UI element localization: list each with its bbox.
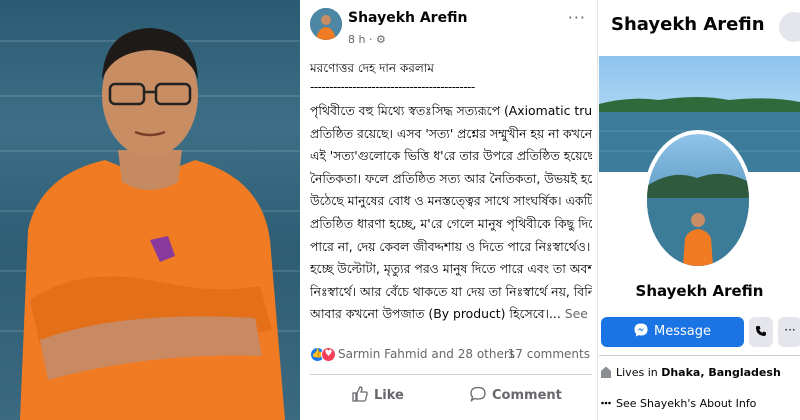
- post-body: পৃথিবীতে বহু মিথ্যে স্বতঃসিদ্ধ সত্যরূপে …: [310, 100, 592, 326]
- post-title: মরণোত্তর দেহ দান করলাম: [310, 61, 434, 75]
- post-line: পৃথিবীতে বহু মিথ্যে স্বতঃসিদ্ধ সত্যরূপে …: [310, 103, 592, 118]
- comments-count[interactable]: 17 comments: [508, 347, 590, 361]
- search-icon[interactable]: [779, 12, 800, 42]
- more-icon[interactable]: ···: [568, 8, 586, 27]
- lives-prefix: Lives in: [616, 366, 658, 379]
- dot-separator: ·: [368, 33, 376, 46]
- post-line: নিঃস্বার্থে। আর বেঁচে থাকতে যা দেয় তা ন…: [310, 283, 592, 299]
- more-icon[interactable]: ···: [778, 317, 800, 347]
- more-dots-icon: [601, 401, 611, 405]
- post-line-text: আবার কখনো উপজাত (By product) হিসেবে।...: [310, 306, 561, 322]
- profile-photo: [0, 0, 300, 420]
- see-more-link[interactable]: See more: [565, 306, 592, 321]
- like-button[interactable]: Like: [352, 386, 404, 408]
- post-last-line: আবার কখনো উপজাত (By product) হিসেবে।... …: [310, 303, 592, 326]
- gear-icon: ⚙: [375, 33, 386, 46]
- divider: [599, 355, 800, 356]
- post-divider-text: ----------------------------------------…: [310, 80, 475, 94]
- post-line: এই 'সত্য'গুলোকে ভিত্তি ধ'রে তার উপরে প্র…: [310, 148, 592, 164]
- profile-name: Shayekh Arefin: [635, 282, 764, 300]
- lives-in-row: Lives in Dhaka, Bangladesh: [601, 366, 781, 379]
- profile-panel: Shayekh Arefin Shayekh Arefin Message ··…: [599, 0, 800, 420]
- post-header: Shayekh Arefin 8 h · ⚙ ···: [310, 6, 590, 52]
- about-label: See Shayekh's About Info: [616, 397, 757, 410]
- like-label: Like: [374, 388, 404, 403]
- author-avatar[interactable]: [310, 8, 342, 40]
- home-icon: [601, 366, 611, 378]
- post-time[interactable]: 8 h: [348, 33, 365, 46]
- post-line: নৈতিকতা। ফলে প্রতিষ্ঠিত সত্য আর নৈতিকতা,…: [310, 170, 592, 186]
- message-label: Message: [654, 324, 711, 339]
- post-line: প্রতিষ্ঠিত রয়েছে। এসব 'সত্য' প্রশ্নের স…: [310, 125, 592, 141]
- lives-place[interactable]: Dhaka, Bangladesh: [661, 366, 781, 379]
- reaction-people[interactable]: Sarmin Fahmid and 28 others: [338, 347, 515, 361]
- reaction-icons[interactable]: 👍 ♥: [310, 347, 340, 363]
- divider: [310, 374, 592, 375]
- thumbs-up-icon: [352, 386, 368, 402]
- post-line: প্রতিষ্ঠিত ধারণা হচ্ছে, ম'রে গেলে মানুষ …: [310, 215, 592, 231]
- comment-button[interactable]: Comment: [470, 386, 562, 408]
- comment-label: Comment: [492, 388, 562, 403]
- profile-header-name: Shayekh Arefin: [611, 14, 765, 35]
- facebook-post: Shayekh Arefin 8 h · ⚙ ··· মরণোত্তর দেহ …: [300, 0, 598, 420]
- post-meta: 8 h · ⚙: [348, 33, 386, 46]
- man-in-orange-shirt-image: [20, 28, 285, 420]
- reactions-bar: 👍 ♥ Sarmin Fahmid and 28 others 17 comme…: [310, 346, 592, 366]
- about-info-row[interactable]: See Shayekh's About Info: [601, 397, 756, 410]
- post-author-name[interactable]: Shayekh Arefin: [348, 10, 467, 26]
- post-line: হচ্ছে উল্টোটা, মৃত্যুর পরও মানুষ দিতে পা…: [310, 261, 592, 277]
- comment-icon: [470, 386, 486, 402]
- messenger-icon: [634, 323, 648, 337]
- message-button[interactable]: Message: [601, 317, 744, 347]
- post-line: পারে না, দেয় কেবল জীবদ্দশায় ও দিতে পার…: [310, 238, 592, 254]
- profile-picture[interactable]: [643, 130, 753, 270]
- phone-icon[interactable]: [749, 317, 773, 347]
- post-line: উঠেছে মানুষের বোধ ও মনস্তত্ত্বের সাথে সা…: [310, 193, 592, 209]
- love-reaction-icon: ♥: [321, 347, 336, 362]
